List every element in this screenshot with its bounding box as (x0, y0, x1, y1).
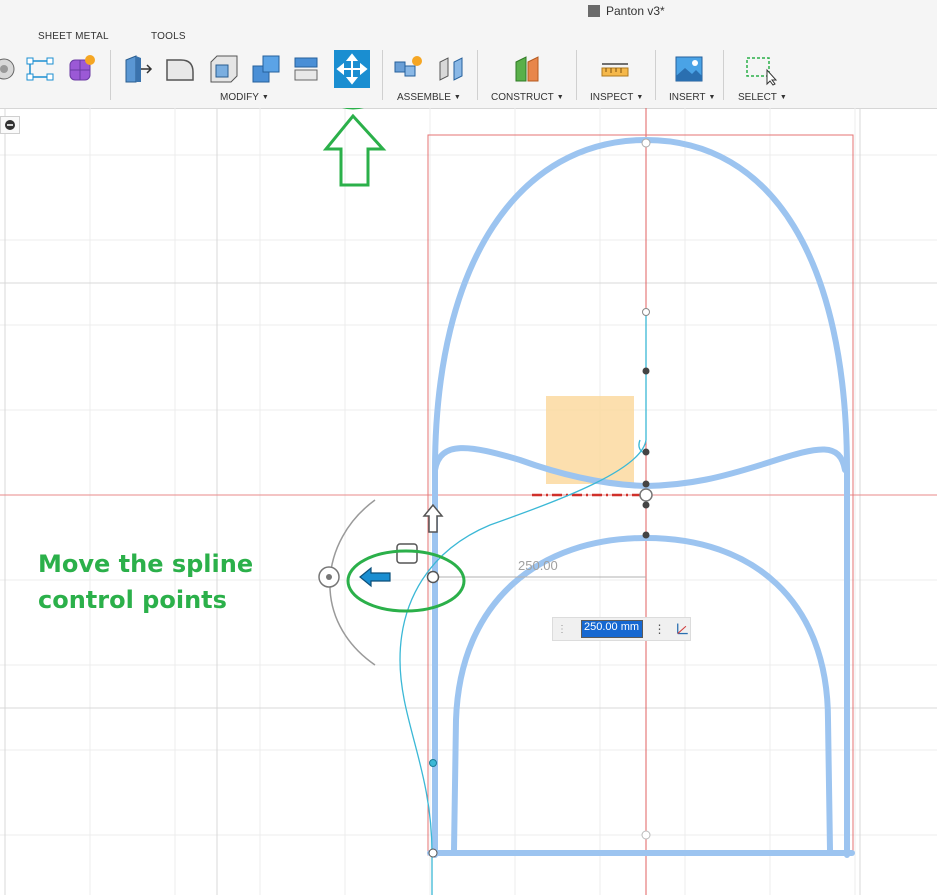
caret-down-icon: ▼ (453, 94, 461, 101)
modify-menu[interactable]: MODIFY ▼ (220, 92, 269, 103)
document-title: Panton v3* (588, 4, 665, 18)
window-select-icon[interactable] (742, 50, 778, 88)
measure-icon[interactable] (597, 50, 633, 88)
insert-label: INSERT (669, 92, 706, 103)
modify-label: MODIFY (220, 92, 259, 103)
annotation-line-1: Move the spline (38, 550, 254, 578)
toolbar: Panton v3* SHEET METAL TOOLS MODIFY ▼ ASS… (0, 0, 937, 109)
up-arrow-handle (422, 503, 444, 533)
document-icon (588, 5, 600, 17)
spline-control-points (428, 138, 653, 858)
tab-sheet-metal[interactable]: SHEET METAL (38, 31, 109, 42)
tab-tools[interactable]: TOOLS (151, 31, 186, 42)
inspect-label: INSPECT (590, 92, 634, 103)
planar-handle (396, 543, 418, 564)
document-title-text: Panton v3* (606, 4, 665, 18)
sketch-canvas[interactable] (0, 108, 937, 895)
fillet-icon[interactable] (162, 50, 198, 88)
caret-down-icon: ▼ (779, 94, 787, 101)
gizmo-origin (426, 570, 440, 584)
annotation-line-2: control points (38, 586, 227, 614)
grip-icon: ⋮ (557, 623, 567, 635)
left-arrow-handle (359, 566, 391, 588)
shell-icon[interactable] (206, 50, 242, 88)
offset-face-icon[interactable] (288, 50, 324, 88)
sketch-constraint-icon[interactable] (22, 50, 58, 88)
caret-down-icon: ▼ (261, 94, 269, 101)
combine-icon[interactable] (248, 50, 284, 88)
create-tool-icon[interactable] (0, 50, 22, 88)
assemble-label: ASSEMBLE (397, 92, 451, 103)
construct-plane-icon[interactable] (509, 50, 545, 88)
form-tool-icon[interactable] (62, 50, 98, 88)
construct-menu[interactable]: CONSTRUCT ▼ (491, 92, 564, 103)
move-gizmo (318, 499, 444, 666)
select-label: SELECT (738, 92, 777, 103)
move-copy-button[interactable] (334, 50, 370, 88)
inspect-menu[interactable]: INSPECT ▼ (590, 92, 643, 103)
dimension-label: 250.00 (518, 558, 558, 573)
dimension-input[interactable]: 250.00 mm (581, 620, 644, 638)
browser-collapse-button[interactable] (0, 116, 20, 134)
caret-down-icon: ▼ (708, 94, 716, 101)
more-options-icon[interactable]: ⋮ (653, 622, 665, 636)
dimension-input-box: ⋮ 250.00 mm ⋮ (552, 617, 691, 641)
caret-down-icon: ▼ (556, 94, 564, 101)
joint-icon[interactable] (433, 50, 469, 88)
caret-down-icon: ▼ (636, 94, 644, 101)
green-up-arrow (322, 113, 387, 187)
insert-menu[interactable]: INSERT ▼ (669, 92, 715, 103)
axis-triad-icon[interactable] (675, 621, 690, 637)
press-pull-icon[interactable] (120, 50, 156, 88)
assemble-menu[interactable]: ASSEMBLE ▼ (397, 92, 461, 103)
construct-label: CONSTRUCT (491, 92, 554, 103)
select-menu[interactable]: SELECT ▼ (738, 92, 787, 103)
new-component-icon[interactable] (390, 50, 426, 88)
insert-image-icon[interactable] (671, 50, 707, 88)
